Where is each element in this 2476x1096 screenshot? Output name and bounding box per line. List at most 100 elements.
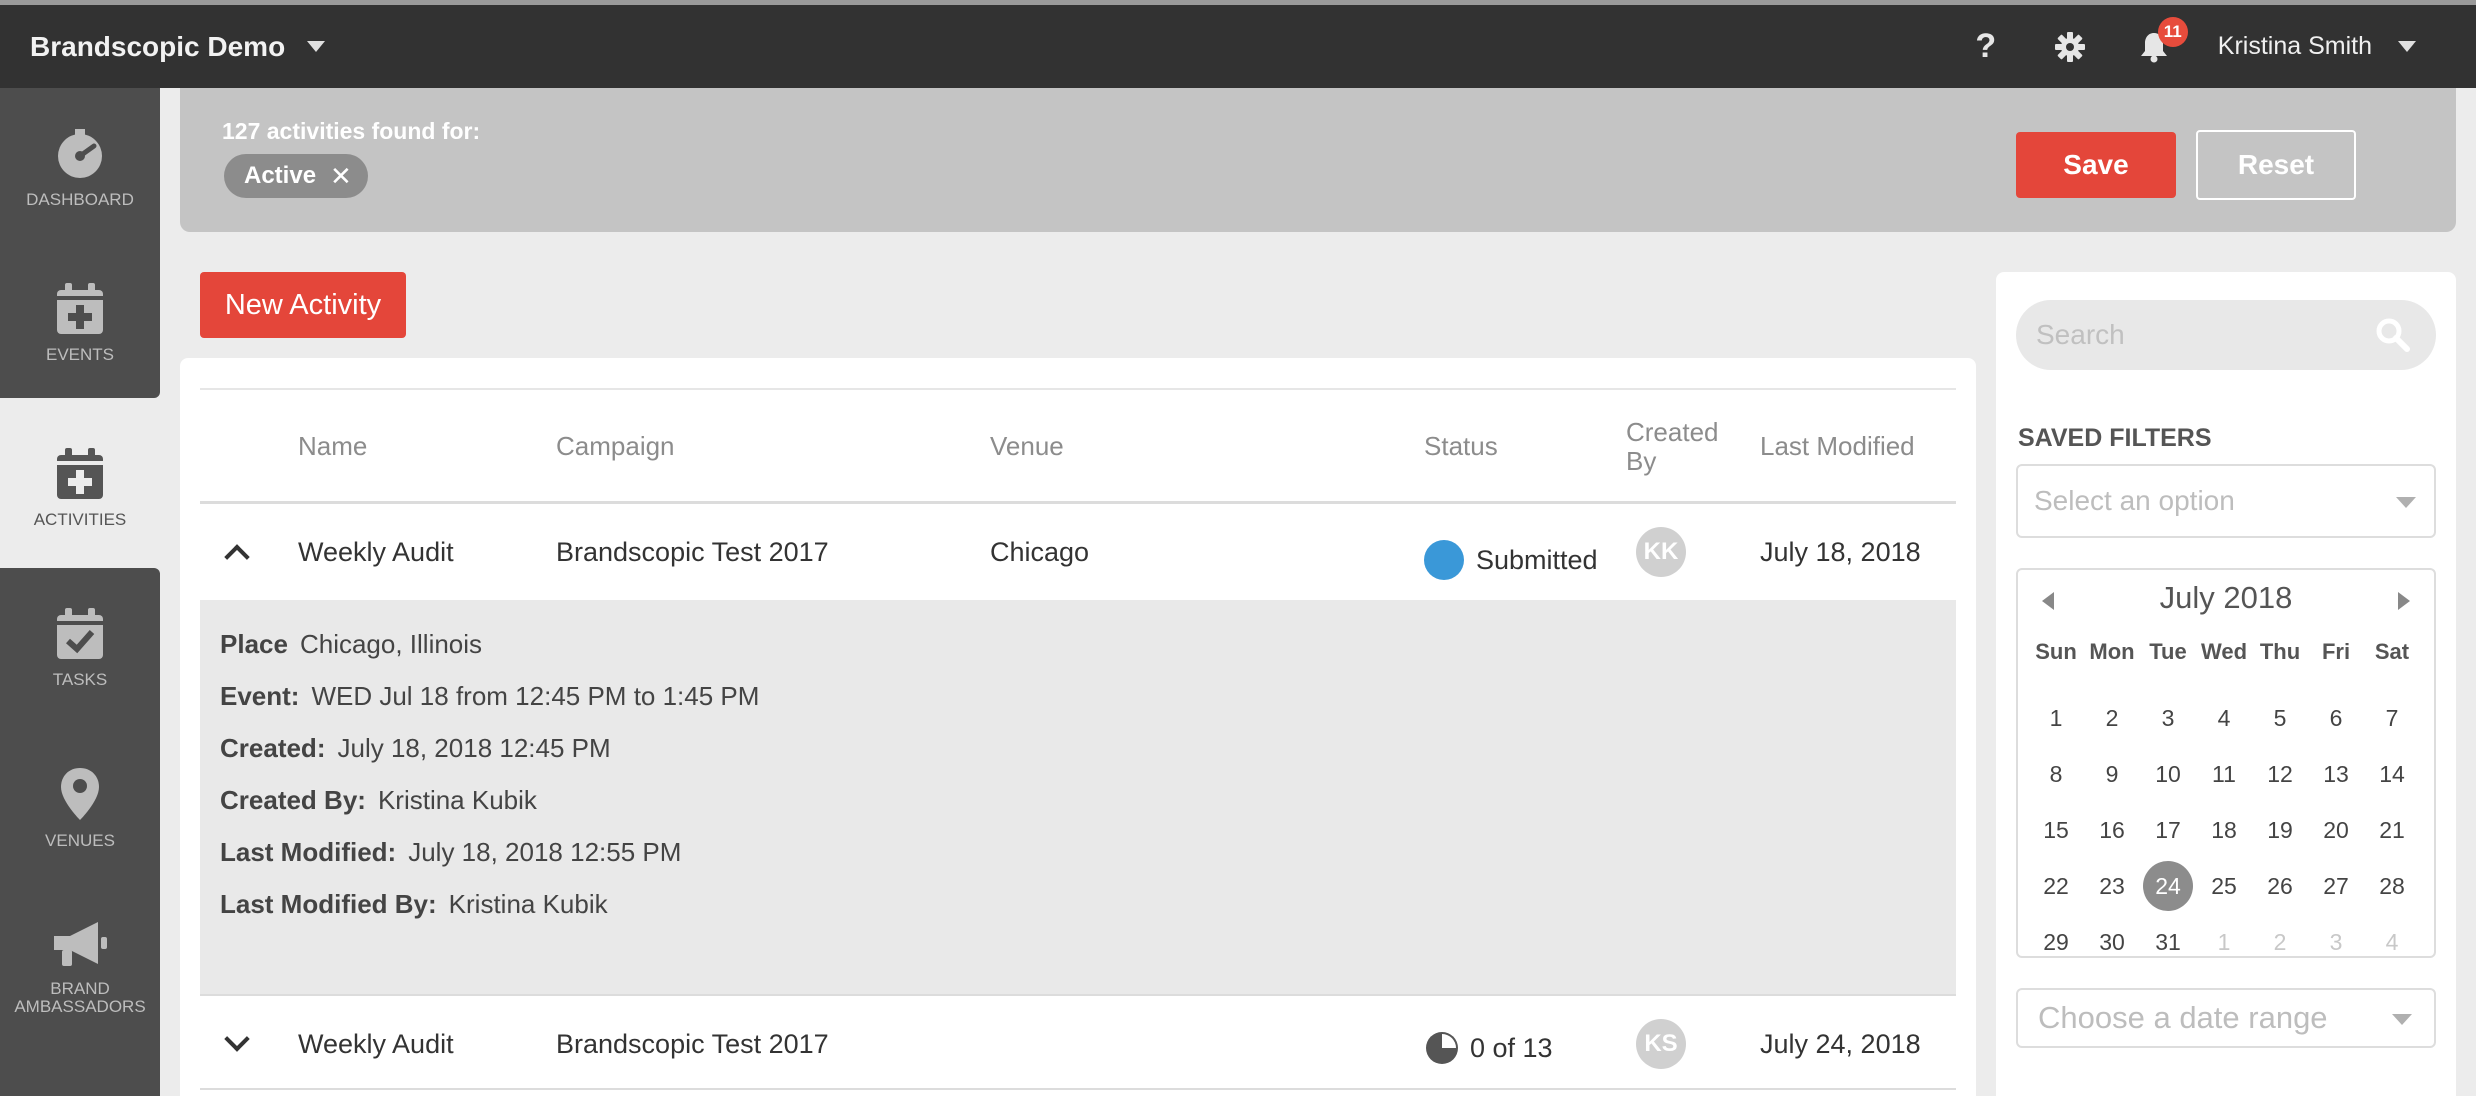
search-input[interactable] xyxy=(2016,300,2436,370)
column-header-campaign[interactable]: Campaign xyxy=(556,390,675,503)
nav-item-brand-ambassadors[interactable]: BRAND AMBASSADORS xyxy=(0,888,160,1048)
filter-chip-active[interactable]: Active ✕ xyxy=(224,154,368,198)
calendar-day[interactable]: 2 xyxy=(2084,690,2140,746)
nav-label: VENUES xyxy=(45,831,115,850)
calendar-day[interactable]: 31 xyxy=(2140,914,2196,970)
calendar-day[interactable]: 6 xyxy=(2308,690,2364,746)
calendar-day[interactable]: 18 xyxy=(2196,802,2252,858)
chevron-down-icon xyxy=(224,1026,250,1052)
weekday-label: Wed xyxy=(2200,639,2248,664)
brand-switcher[interactable]: Brandscopic Demo xyxy=(30,30,326,63)
left-navigation: DASHBOARD EVENTS ACTIVITIES TASKS VENUES… xyxy=(0,88,160,1096)
search-icon[interactable] xyxy=(2376,318,2410,352)
avatar: KS xyxy=(1636,1019,1686,1069)
calendar-day[interactable]: 8 xyxy=(2028,746,2084,802)
calendar-day[interactable]: 21 xyxy=(2364,802,2420,858)
column-header-last-modified[interactable]: Last Modified xyxy=(1760,390,1915,503)
calendar-day-today[interactable]: 24 xyxy=(2140,858,2196,914)
detail-event: Event: WED Jul 18 from 12:45 PM to 1:45 P… xyxy=(220,680,760,711)
calendar-day[interactable]: 20 xyxy=(2308,802,2364,858)
activity-status: 0 of 13 xyxy=(1424,1000,1553,1096)
nav-item-dashboard[interactable]: DASHBOARD xyxy=(0,88,160,248)
expand-row-toggle[interactable] xyxy=(224,996,250,1092)
nav-item-activities[interactable]: ACTIVITIES xyxy=(0,408,160,568)
right-sidebar: SAVED FILTERS Select an option July 2018… xyxy=(1996,272,2456,1096)
table-row[interactable]: Weekly Audit Brandscopic Test 2017 Chica… xyxy=(200,504,1956,600)
calendar-day[interactable]: 19 xyxy=(2252,802,2308,858)
saved-filters-select[interactable]: Select an option xyxy=(2016,464,2436,538)
calendar-day[interactable]: 29 xyxy=(2028,914,2084,970)
nav-label: BRAND AMBASSADORS xyxy=(14,979,146,1016)
activity-last-modified: July 24, 2018 xyxy=(1760,1028,1921,1059)
calendar-day[interactable]: 14 xyxy=(2364,746,2420,802)
date-range-select[interactable]: Choose a date range xyxy=(2016,988,2436,1048)
nav-item-events[interactable]: EVENTS xyxy=(0,248,160,398)
calendar-day[interactable]: 2 xyxy=(2252,914,2308,970)
calendar-day[interactable]: 17 xyxy=(2140,802,2196,858)
calendar-day[interactable]: 22 xyxy=(2028,858,2084,914)
calendar-day[interactable]: 5 xyxy=(2252,690,2308,746)
calendar-day[interactable]: 16 xyxy=(2084,802,2140,858)
settings-gear-icon[interactable] xyxy=(2028,5,2112,88)
calendar-day[interactable]: 3 xyxy=(2140,690,2196,746)
table-row[interactable]: Weekly Audit Brandscopic Test 2017 0 of … xyxy=(200,994,1956,1090)
column-header-status[interactable]: Status xyxy=(1424,390,1498,503)
calendar-day[interactable]: 12 xyxy=(2252,746,2308,802)
close-icon[interactable]: ✕ xyxy=(330,161,352,192)
calendar-day[interactable]: 1 xyxy=(2196,914,2252,970)
activity-venue: Chicago xyxy=(990,536,1090,567)
calendar-day[interactable]: 13 xyxy=(2308,746,2364,802)
column-header-venue[interactable]: Venue xyxy=(990,390,1064,503)
user-name: Kristina Smith xyxy=(2217,32,2372,60)
chevron-down-icon xyxy=(2392,1014,2412,1025)
filter-summary-bar: 127 activities found for: Active ✕ Save … xyxy=(180,88,2456,232)
activity-status: Submitted xyxy=(1424,512,1598,608)
created-by-cell: KS xyxy=(1636,996,1686,1092)
calendar-day[interactable]: 9 xyxy=(2084,746,2140,802)
detail-created: Created: July 18, 2018 12:45 PM xyxy=(220,732,611,763)
nav-lower-block: TASKS VENUES BRAND AMBASSADORS xyxy=(0,568,160,1096)
calendar-day[interactable]: 28 xyxy=(2364,858,2420,914)
detail-place: Place Chicago, Illinois xyxy=(220,628,483,659)
calendar-day[interactable]: 25 xyxy=(2196,858,2252,914)
nav-item-tasks[interactable]: TASKS xyxy=(0,568,160,728)
calendar-day[interactable]: 26 xyxy=(2252,858,2308,914)
reset-filter-button[interactable]: Reset xyxy=(2196,130,2356,200)
calendar-day[interactable]: 3 xyxy=(2308,914,2364,970)
notification-count-badge: 11 xyxy=(2157,17,2188,47)
dashboard-gauge-icon xyxy=(58,129,102,178)
nav-label: EVENTS xyxy=(45,345,115,364)
activity-campaign: Brandscopic Test 2017 xyxy=(556,536,829,567)
calendar-day[interactable]: 15 xyxy=(2028,802,2084,858)
calendar-day[interactable]: 7 xyxy=(2364,690,2420,746)
calendar-day[interactable]: 1 xyxy=(2028,690,2084,746)
calendar-day[interactable]: 11 xyxy=(2196,746,2252,802)
calendar-day[interactable]: 30 xyxy=(2084,914,2140,970)
activity-last-modified: July 18, 2018 xyxy=(1760,536,1921,567)
help-label: ? xyxy=(1975,27,1997,65)
filter-chip-label: Active xyxy=(244,162,317,189)
nav-item-venues[interactable]: VENUES xyxy=(0,728,160,888)
save-filter-button[interactable]: Save xyxy=(2016,132,2176,198)
next-month-icon[interactable] xyxy=(2398,592,2410,610)
progress-pie-icon xyxy=(1426,1032,1458,1064)
calendar-day[interactable]: 4 xyxy=(2196,690,2252,746)
new-activity-button[interactable]: New Activity xyxy=(200,272,406,338)
saved-filters-heading: SAVED FILTERS xyxy=(2018,424,2212,452)
column-header-name[interactable]: Name xyxy=(298,390,367,503)
help-icon[interactable]: ? xyxy=(1944,5,2028,88)
top-bar: Brandscopic Demo ? 11 Kristina Smith xyxy=(0,0,2476,88)
notifications-bell-icon[interactable]: 11 xyxy=(2112,5,2196,88)
collapse-row-toggle[interactable] xyxy=(224,504,250,600)
weekday-label: Fri xyxy=(2321,639,2351,664)
calendar-day[interactable]: 27 xyxy=(2308,858,2364,914)
calendar-day[interactable]: 23 xyxy=(2084,858,2140,914)
calendar-day[interactable]: 4 xyxy=(2364,914,2420,970)
user-menu[interactable]: Kristina Smith xyxy=(2218,32,2416,61)
column-header-created-by[interactable]: Created By xyxy=(1626,390,1726,503)
date-picker-calendar: July 2018 Sun Mon Tue Wed Thu Fri Sat 1 2 3 4 5 6 7 8 9… xyxy=(2016,568,2436,958)
calendar-check-icon xyxy=(57,608,103,659)
brand-name: Brandscopic Demo xyxy=(30,30,286,62)
calendar-day[interactable]: 10 xyxy=(2140,746,2196,802)
calendar-plus-icon xyxy=(57,283,103,334)
